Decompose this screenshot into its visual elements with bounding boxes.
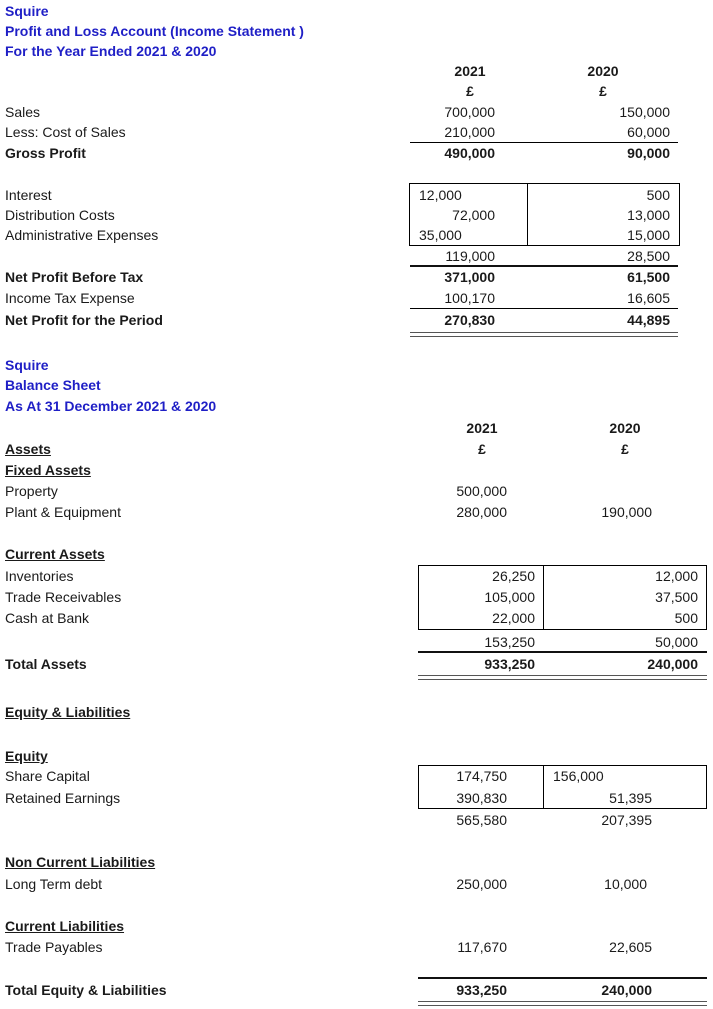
- bs-header-2020: 2020: [609, 420, 641, 436]
- value-2020: 22,605: [609, 939, 652, 955]
- value-2021: 72,000: [452, 207, 495, 223]
- bs-period: As At 31 December 2021 & 2020: [5, 398, 217, 414]
- row-label: Less: Cost of Sales: [5, 124, 126, 140]
- bs-header-2021: 2021: [466, 420, 498, 436]
- value-2020: 37,500: [655, 589, 698, 605]
- value-2021: 12,000: [419, 187, 462, 203]
- value-2021: 117,670: [457, 939, 507, 955]
- current-assets-box-divider: [543, 565, 544, 630]
- section-current-assets: Current Assets: [5, 546, 105, 562]
- row-label: Cash at Bank: [5, 610, 90, 626]
- bs-title: Balance Sheet: [5, 377, 101, 393]
- is-period: For the Year Ended 2021 & 2020: [5, 43, 217, 59]
- section-fixed-assets: Fixed Assets: [5, 462, 91, 478]
- row-label: Income Tax Expense: [5, 290, 135, 306]
- value-2021: 933,250: [484, 656, 535, 672]
- value-2020: 190,000: [601, 504, 652, 520]
- value-2021: 565,580: [456, 812, 507, 828]
- value-2020: 51,395: [609, 790, 652, 806]
- value-2020: 12,000: [655, 568, 698, 584]
- bs-currency-2021: £: [478, 441, 486, 457]
- row-label: Distribution Costs: [5, 207, 115, 223]
- value-2021: 35,000: [419, 227, 462, 243]
- value-2020: 240,000: [647, 656, 698, 672]
- value-2020: 207,395: [601, 812, 652, 828]
- value-2021: 210,000: [444, 124, 495, 140]
- gross-profit-rule: [410, 142, 678, 143]
- value-2020: 61,500: [627, 269, 670, 285]
- value-2021: 153,250: [484, 634, 535, 650]
- row-label: Net Profit for the Period: [5, 312, 163, 328]
- section-equity: Equity: [5, 748, 48, 764]
- value-2020: 90,000: [627, 145, 670, 161]
- value-2021: 933,250: [456, 982, 507, 998]
- row-label: Gross Profit: [5, 145, 86, 161]
- section-assets: Assets: [5, 441, 51, 457]
- value-2020: 10,000: [604, 876, 647, 892]
- section-non-current-liabilities: Non Current Liabilities: [5, 854, 156, 870]
- value-2020: 50,000: [655, 634, 698, 650]
- value-2021: 700,000: [444, 104, 495, 120]
- value-2020: 28,500: [627, 248, 670, 264]
- value-2020: 44,895: [627, 312, 670, 328]
- row-label: Trade Receivables: [5, 589, 122, 605]
- net-profit-rule: [410, 308, 678, 309]
- equity-box-divider: [543, 765, 544, 809]
- section-equity-liabilities: Equity & Liabilities: [5, 704, 131, 720]
- row-label: Property: [5, 483, 58, 499]
- value-2021: 105,000: [484, 589, 535, 605]
- value-2020: 15,000: [627, 227, 670, 243]
- row-label: Sales: [5, 104, 41, 120]
- row-label: Retained Earnings: [5, 790, 121, 806]
- value-2020: 150,000: [619, 104, 670, 120]
- value-2020: 240,000: [601, 982, 652, 998]
- row-label: Long Term debt: [5, 876, 103, 892]
- is-company-name: Squire: [5, 3, 49, 19]
- value-2020: 60,000: [627, 124, 670, 140]
- is-title: Profit and Loss Account (Income Statemen…: [5, 23, 304, 39]
- value-2020: 16,605: [627, 290, 670, 306]
- row-label: Plant & Equipment: [5, 504, 121, 520]
- is-currency-2020: £: [599, 83, 607, 99]
- value-2021: 100,170: [444, 290, 495, 306]
- value-2021: 174,750: [456, 768, 507, 784]
- is-currency-2021: £: [466, 83, 474, 99]
- total-eq-liab-double-rule: [418, 1001, 707, 1006]
- value-2020: 500: [674, 610, 698, 626]
- value-2021: 26,250: [492, 568, 535, 584]
- bs-currency-2020: £: [621, 441, 629, 457]
- row-label: Interest: [5, 187, 52, 203]
- expenses-box-divider: [527, 183, 528, 246]
- value-2021: 119,000: [445, 248, 495, 264]
- section-current-liabilities: Current Liabilities: [5, 918, 125, 934]
- value-2021: 371,000: [444, 269, 495, 285]
- value-2021: 250,000: [456, 876, 507, 892]
- value-2021: 500,000: [456, 483, 507, 499]
- total-assets-double-rule: [418, 675, 707, 680]
- row-label: Total Equity & Liabilities: [5, 982, 167, 998]
- net-profit-double-rule: [410, 332, 678, 337]
- value-2021: 280,000: [456, 504, 507, 520]
- bs-company-name: Squire: [5, 357, 49, 373]
- value-2021: 490,000: [444, 145, 495, 161]
- value-2020: 500: [646, 187, 670, 203]
- is-header-2021: 2021: [454, 63, 486, 79]
- value-2020: 13,000: [627, 207, 670, 223]
- value-2021: 22,000: [492, 610, 535, 626]
- row-label: Inventories: [5, 568, 74, 584]
- row-label: Trade Payables: [5, 939, 103, 955]
- row-label: Share Capital: [5, 768, 90, 784]
- row-label: Administrative Expenses: [5, 227, 159, 243]
- value-2021: 390,830: [456, 790, 507, 806]
- row-label: Total Assets: [5, 656, 87, 672]
- is-header-2020: 2020: [587, 63, 619, 79]
- value-2021: 270,830: [444, 312, 495, 328]
- value-2020: 156,000: [553, 768, 604, 784]
- row-label: Net Profit Before Tax: [5, 269, 144, 285]
